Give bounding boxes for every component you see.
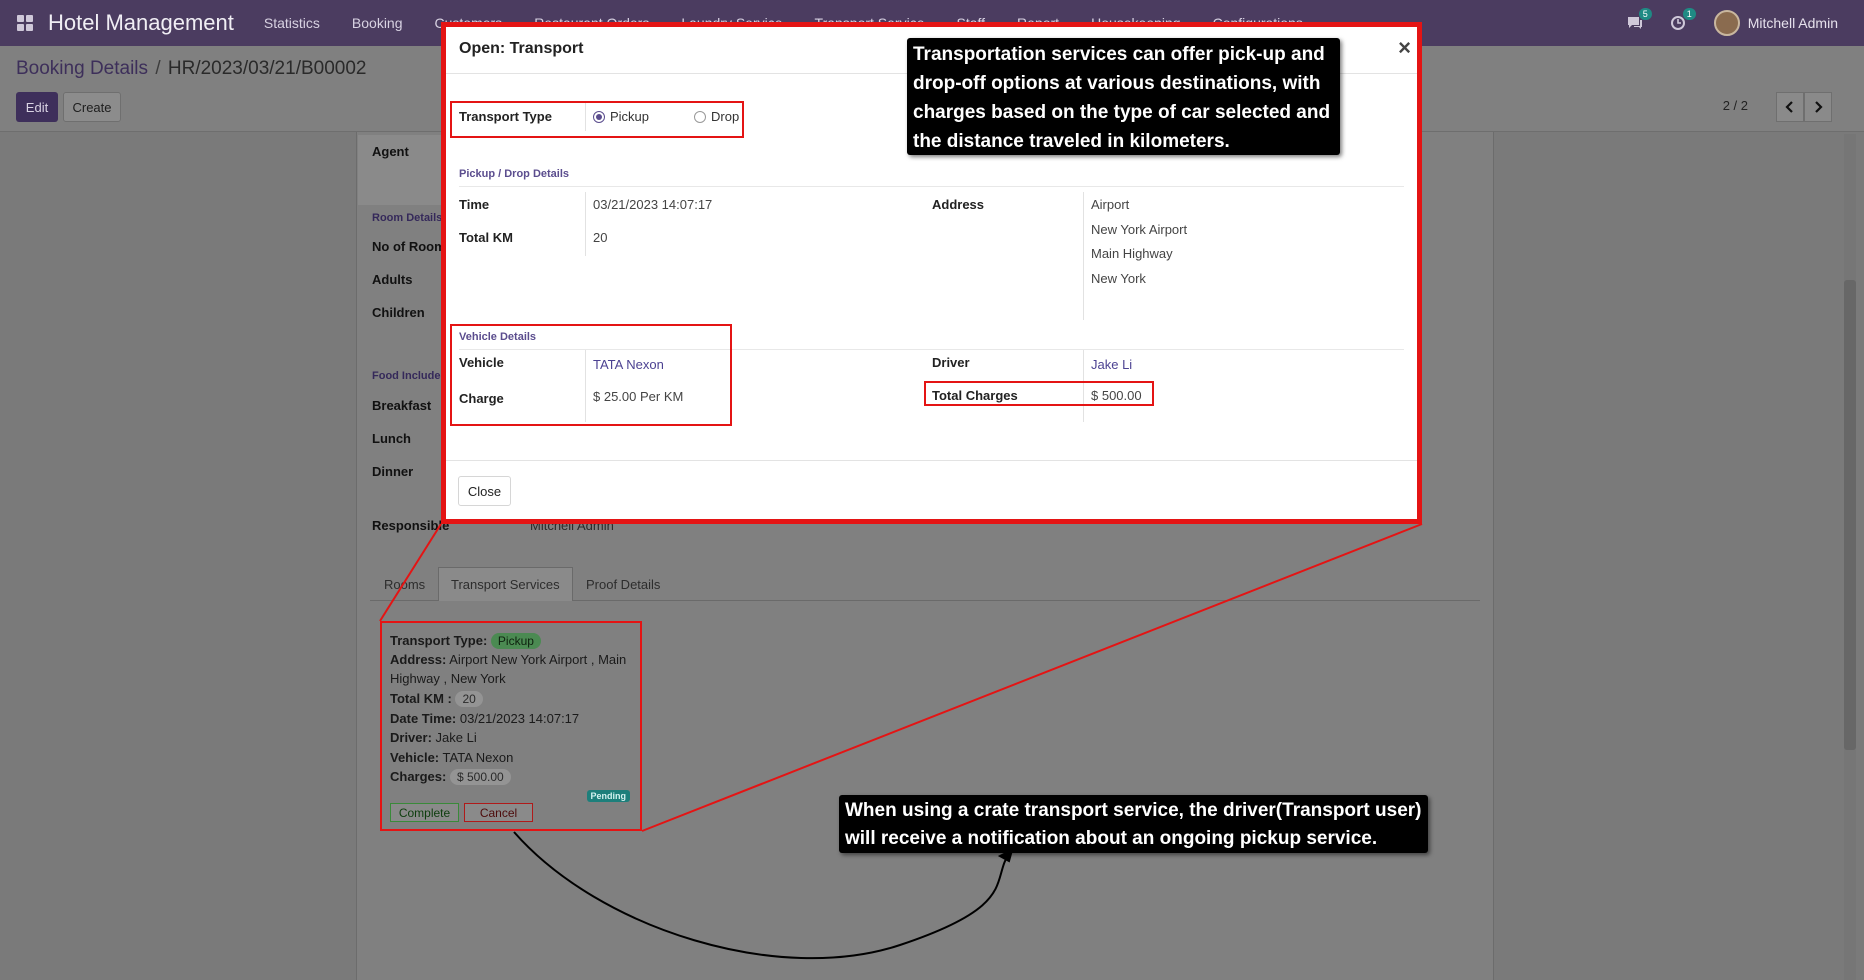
lunch-label: Lunch [372,431,411,446]
card-km-badge: 20 [455,691,483,707]
tab-rooms[interactable]: Rooms [372,567,437,601]
tab-proof-details[interactable]: Proof Details [574,567,672,601]
driver-link[interactable]: Jake Li [1091,357,1132,372]
scrollbar-thumb[interactable] [1844,280,1856,750]
total-km-label: Total KM [459,230,513,245]
callout-top-line-4: the distance traveled in kilometers. [913,131,1230,152]
children-label: Children [372,305,425,320]
apps-grid-icon[interactable] [17,15,33,31]
breadcrumb-current: HR/2023/03/21/B00002 [167,58,367,79]
card-datetime-label: Date Time: [390,711,457,726]
card-type-line: Transport Type: Pickup [390,633,541,649]
card-address-value-2: Highway , New York [390,671,506,686]
chevron-left-icon [1785,101,1793,113]
card-driver-label: Driver: [390,730,432,745]
breadcrumb-separator: / [155,58,161,79]
complete-button[interactable]: Complete [390,803,459,822]
card-driver-value: Jake Li [435,730,477,745]
dialog-footer: Close [446,460,1417,519]
navbar-systray: 5 1 Mitchell Admin [1626,0,1838,46]
pickup-drop-section: Pickup / Drop Details [459,168,570,180]
section-divider [459,186,1404,187]
user-avatar[interactable] [1713,10,1740,36]
address-label: Address [932,197,985,212]
activity-clock-icon[interactable]: 1 [1670,8,1696,31]
card-address-label: Address: [390,652,447,667]
card-datetime-line: Date Time: 03/21/2023 14:07:17 [390,711,579,726]
callout-driver-notification: When using a crate transport service, th… [839,795,1428,853]
tab-transport-services[interactable]: Transport Services [438,567,573,601]
address-line-3[interactable]: Main Highway [1091,246,1173,261]
breadcrumb: Booking Details / HR/2023/03/21/B00002 [16,58,366,80]
address-line-2[interactable]: New York Airport [1091,222,1187,237]
activity-badge: 1 [1682,8,1696,20]
callout-top-line-3: charges based on the type of car selecte… [913,102,1331,123]
callout-bottom-line-1: When using a crate transport service, th… [845,800,1422,821]
callout-transport-info: Transportation services can offer pick-u… [907,38,1340,155]
agent-label: Agent [372,144,409,159]
chat-icon[interactable]: 5 [1626,8,1652,31]
card-km-label: Total KM : [390,691,452,706]
card-vehicle-value: TATA Nexon [442,750,514,765]
pager-next-button[interactable] [1804,92,1832,122]
divider [585,192,586,256]
callout-top-line-1: Transportation services can offer pick-u… [913,44,1325,65]
card-charges-line: Charges: $ 500.00 [390,769,511,785]
driver-label: Driver [932,355,970,370]
adults-label: Adults [372,272,413,287]
divider [1083,192,1084,320]
transport-service-card: Transport Type: Pickup Address: Airport … [380,621,642,831]
pager-previous-button[interactable] [1776,92,1804,122]
pager-value[interactable]: 2 / 2 [1723,98,1748,113]
chevron-right-icon [1815,101,1823,113]
create-button[interactable]: Create [63,92,121,122]
menu-booking[interactable]: Booking [352,15,403,31]
breadcrumb-booking-details[interactable]: Booking Details [16,58,148,79]
card-type-label: Transport Type: [390,633,488,648]
menu-statistics[interactable]: Statistics [264,15,320,31]
food-included-section: Food Included [372,370,448,382]
card-datetime-value: 03/21/2023 14:07:17 [459,711,580,726]
user-name[interactable]: Mitchell Admin [1748,15,1838,31]
room-details-section: Room Details [372,212,443,224]
chat-badge: 5 [1638,8,1652,20]
card-charges-badge: $ 500.00 [449,769,511,785]
dialog-title: Open: Transport [459,40,584,57]
card-address-line: Address: Airport New York Airport , Main [390,652,626,667]
callout-bottom-line-2: will receive a notification about an ong… [845,828,1378,849]
highlight-vehicle-details [450,324,732,426]
status-badge: Pending [586,790,630,802]
cancel-button[interactable]: Cancel [464,803,533,822]
callout-top-line-2: drop-off options at various destinations… [913,73,1321,94]
responsible-label: Responsible [372,518,450,533]
card-km-line: Total KM : 20 [390,691,483,707]
highlight-transport-type [450,101,744,138]
close-button[interactable]: Close [458,476,511,506]
time-value[interactable]: 03/21/2023 14:07:17 [593,197,712,212]
address-line-1[interactable]: Airport [1091,197,1129,212]
edit-button[interactable]: Edit [16,92,58,122]
dinner-label: Dinner [372,464,414,479]
card-driver-line: Driver: Jake Li [390,730,477,745]
card-vehicle-line: Vehicle: TATA Nexon [390,750,513,765]
card-vehicle-label: Vehicle: [390,750,440,765]
card-charges-label: Charges: [390,769,447,784]
notebook-tabs: Rooms Transport Services Proof Details [370,567,1480,601]
close-icon[interactable]: × [1398,35,1411,61]
card-type-badge: Pickup [490,633,541,649]
app-title[interactable]: Hotel Management [48,10,234,36]
card-address-value-1: Airport New York Airport , Main [449,652,627,667]
total-km-value[interactable]: 20 [593,230,607,245]
breakfast-label: Breakfast [372,398,432,413]
address-line-4[interactable]: New York [1091,271,1146,286]
time-label: Time [459,197,490,212]
highlight-total-charges [924,381,1154,406]
